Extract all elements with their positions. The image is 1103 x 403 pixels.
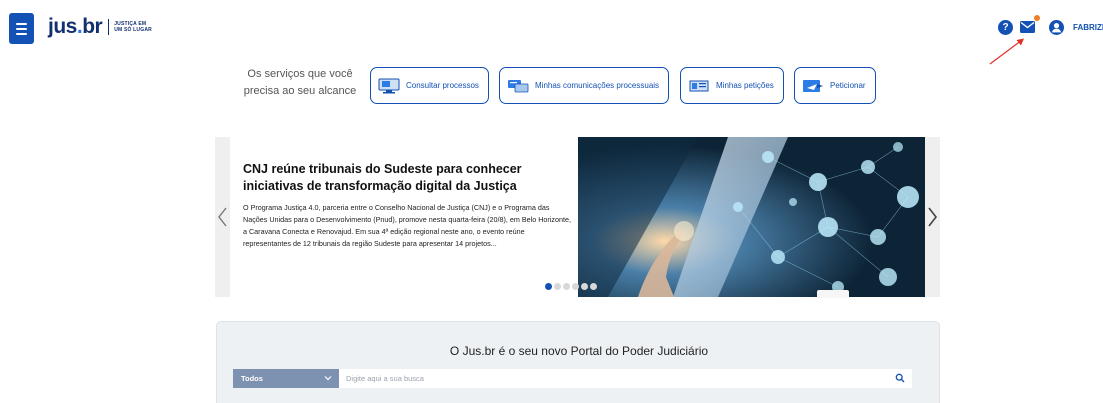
help-icon[interactable]: ? [998, 19, 1013, 35]
menu-button[interactable] [9, 13, 34, 44]
chevron-down-icon [324, 376, 332, 381]
annotation-arrow-icon [989, 38, 1024, 65]
chevron-right-icon[interactable] [925, 205, 939, 229]
notifications-mail-icon[interactable] [1020, 15, 1040, 33]
news-summary: O Programa Justiça 4.0, parceria entre o… [243, 203, 571, 248]
search-icon[interactable] [895, 373, 905, 383]
search-filter-select[interactable]: Todos [233, 369, 339, 388]
hamburger-icon [16, 32, 27, 35]
documents-icon [689, 80, 709, 91]
services-intro: Os serviços que você precisa ao seu alca… [243, 68, 357, 97]
news-title[interactable]: CNJ reúne tribunais do Sudeste para conh… [243, 161, 573, 195]
carousel-indicators [545, 283, 597, 290]
header-actions: ? FABRIZIO TI [998, 15, 1103, 36]
carousel-dot[interactable] [581, 283, 588, 290]
news-carousel: CNJ reúne tribunais do Sudeste para conh… [215, 137, 940, 298]
carousel-dot[interactable] [554, 283, 561, 290]
portal-title: O Jus.br é o seu novo Portal do Poder Ju… [449, 344, 709, 358]
unread-indicator [1034, 15, 1040, 21]
news-article[interactable]: CNJ reúne tribunais do Sudeste para conh… [230, 137, 578, 297]
logo-wordmark: jus.br [48, 15, 103, 38]
carousel-dot[interactable] [590, 283, 597, 290]
user-avatar-icon[interactable] [1049, 19, 1064, 35]
jusbr-logo[interactable]: jus.br JUSTIÇA EM UM SÓ LUGAR [48, 15, 152, 39]
carousel-dot[interactable] [563, 283, 570, 290]
minhas-comunicacoes-button[interactable]: Minhas comunicações processuais [499, 67, 670, 104]
carousel-dot[interactable] [545, 283, 552, 290]
messages-icon [508, 79, 529, 92]
minhas-peticoes-button[interactable]: Minhas petições [680, 67, 784, 104]
send-document-icon [803, 79, 823, 92]
digital-network-image [578, 137, 925, 297]
peticionar-button[interactable]: Peticionar [794, 67, 876, 104]
consultar-processos-button[interactable]: Consultar processos [370, 67, 489, 104]
logo-tagline: JUSTIÇA EM UM SÓ LUGAR [114, 21, 152, 33]
news-image[interactable] [578, 137, 925, 297]
chevron-left-icon[interactable] [216, 205, 230, 229]
page: jus.br JUSTIÇA EM UM SÓ LUGAR ? FABRIZIO… [0, 0, 1103, 403]
portal-search-section: O Jus.br é o seu novo Portal do Poder Ju… [216, 321, 940, 403]
hamburger-icon [16, 22, 27, 25]
hamburger-icon [16, 27, 27, 30]
user-name[interactable]: FABRIZIO TI [1073, 23, 1103, 32]
carousel-dot[interactable] [572, 283, 579, 290]
image-caption-tab [817, 290, 849, 298]
monitor-icon [378, 78, 400, 93]
search-input[interactable] [339, 369, 912, 388]
logo-divider [108, 19, 110, 35]
